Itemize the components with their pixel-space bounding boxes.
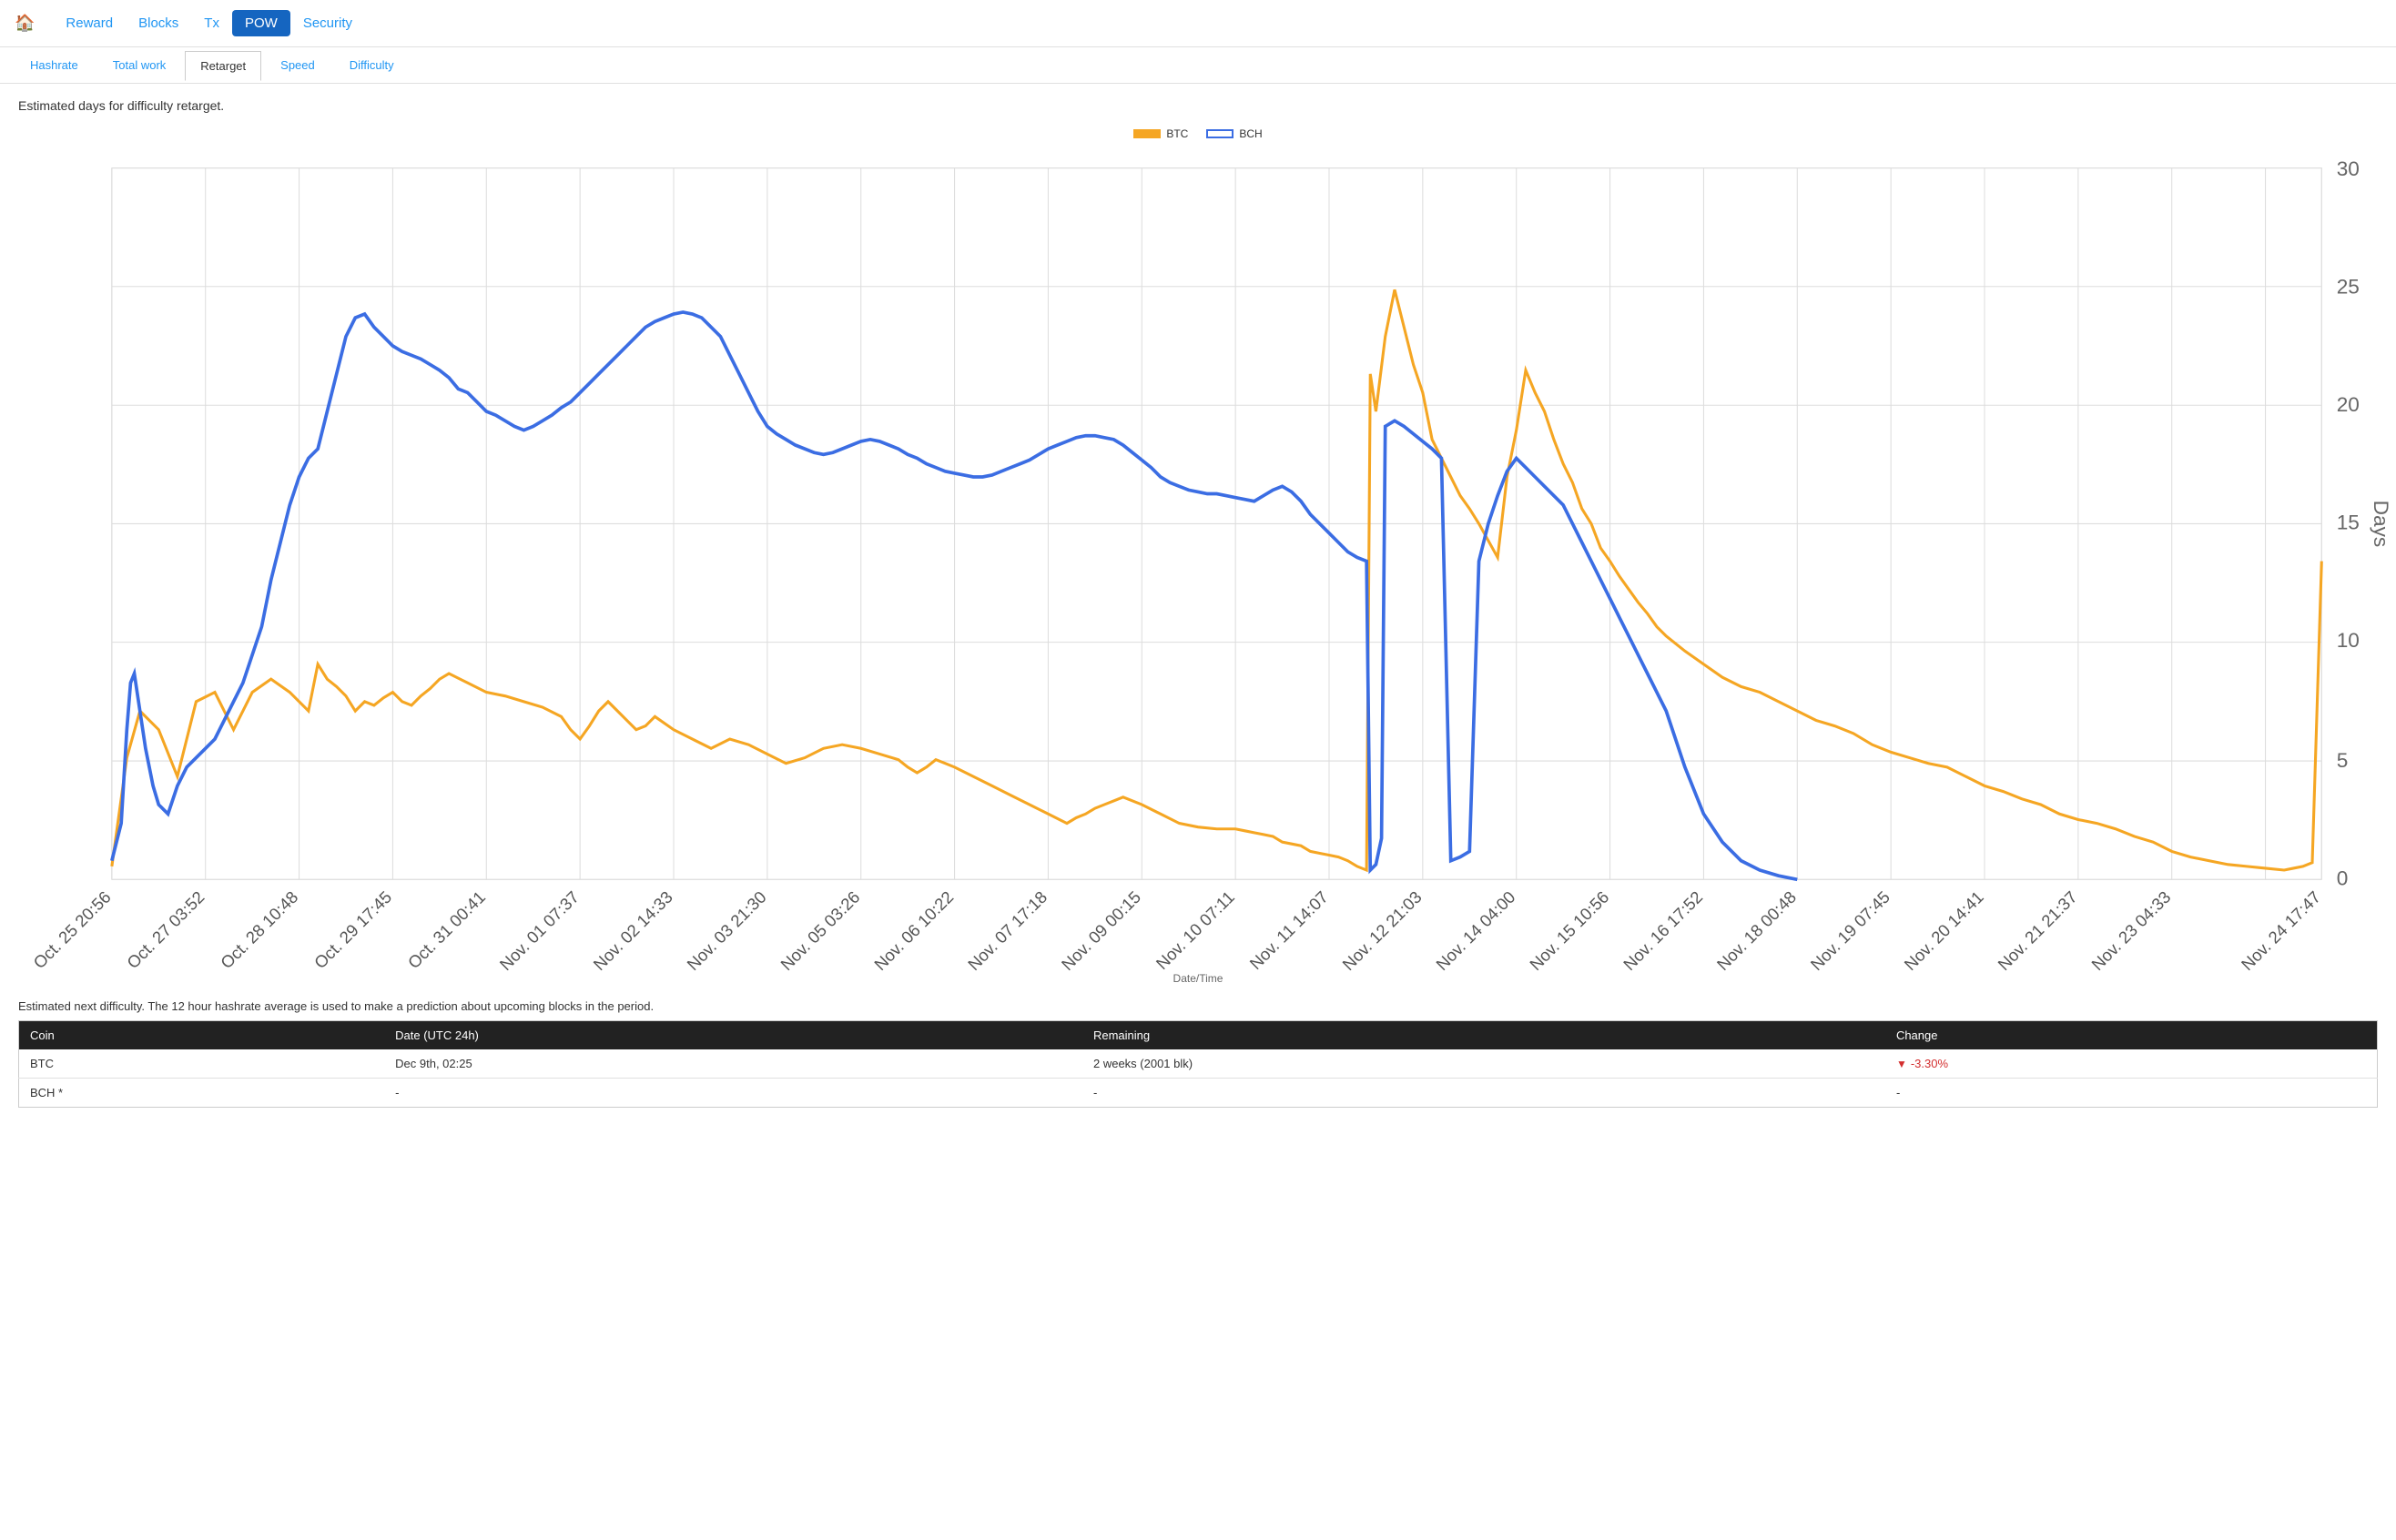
nav-pow[interactable]: POW — [232, 10, 290, 36]
table-description: Estimated next difficulty. The 12 hour h… — [18, 999, 2378, 1013]
svg-text:Nov. 05 03:26: Nov. 05 03:26 — [777, 887, 863, 974]
btc-color-swatch — [1133, 129, 1161, 138]
cell-change-bch: - — [1885, 1079, 2378, 1108]
svg-text:Nov. 18 00:48: Nov. 18 00:48 — [1713, 887, 1800, 974]
svg-text:Oct. 25 20:56: Oct. 25 20:56 — [29, 887, 114, 972]
chart-description: Estimated days for difficulty retarget. — [18, 98, 2378, 113]
legend-btc: BTC — [1133, 127, 1188, 140]
svg-text:10: 10 — [2337, 629, 2360, 652]
svg-text:Nov. 21 21:37: Nov. 21 21:37 — [1994, 887, 2080, 974]
cell-change-btc: ▼ -3.30% — [1885, 1049, 2378, 1079]
svg-text:30: 30 — [2337, 157, 2360, 180]
chart-container: BTC BCH — [18, 127, 2378, 985]
svg-text:Nov. 14 04:00: Nov. 14 04:00 — [1432, 887, 1518, 974]
svg-text:Nov. 11 14:07: Nov. 11 14:07 — [1245, 887, 1331, 973]
svg-text:Nov. 02 14:33: Nov. 02 14:33 — [589, 887, 675, 974]
change-value-btc: -3.30% — [1911, 1057, 1948, 1070]
cell-coin-bch: BCH * — [19, 1079, 385, 1108]
home-icon[interactable]: 🏠 — [15, 14, 35, 33]
cell-date-bch: - — [384, 1079, 1082, 1108]
svg-text:Nov. 06 10:22: Nov. 06 10:22 — [870, 887, 957, 974]
svg-text:5: 5 — [2337, 749, 2349, 772]
svg-text:0: 0 — [2337, 866, 2349, 889]
col-header-change: Change — [1885, 1021, 2378, 1050]
table-row: BCH * - - - — [19, 1079, 2378, 1108]
cell-date-btc: Dec 9th, 02:25 — [384, 1049, 1082, 1079]
change-negative-btc: ▼ -3.30% — [1896, 1057, 2366, 1070]
chart-inner: 30 25 20 15 10 5 0 Days Oct. — [18, 149, 2378, 936]
bch-color-swatch — [1206, 129, 1234, 138]
col-header-coin: Coin — [19, 1021, 385, 1050]
cell-coin-btc: BTC — [19, 1049, 385, 1079]
svg-text:Nov. 10 07:11: Nov. 10 07:11 — [1152, 887, 1238, 973]
x-axis-label: Date/Time — [18, 972, 2378, 985]
svg-text:Nov. 23 04:33: Nov. 23 04:33 — [2087, 887, 2174, 974]
tab-total-work[interactable]: Total work — [97, 50, 182, 80]
chart-legend: BTC BCH — [18, 127, 2378, 140]
svg-text:Nov. 01 07:37: Nov. 01 07:37 — [496, 887, 583, 974]
svg-text:Nov. 16 17:52: Nov. 16 17:52 — [1619, 887, 1706, 974]
svg-text:Days: Days — [2370, 501, 2392, 548]
svg-text:Nov. 20 14:41: Nov. 20 14:41 — [1900, 887, 1986, 974]
down-arrow-icon: ▼ — [1896, 1058, 1907, 1070]
svg-text:Nov. 12 21:03: Nov. 12 21:03 — [1338, 887, 1425, 974]
nav-security[interactable]: Security — [290, 10, 365, 36]
tabs-bar: Hashrate Total work Retarget Speed Diffi… — [0, 47, 2396, 84]
nav-reward[interactable]: Reward — [53, 10, 126, 36]
legend-bch: BCH — [1206, 127, 1262, 140]
svg-text:Nov. 15 10:56: Nov. 15 10:56 — [1526, 887, 1612, 974]
tab-speed[interactable]: Speed — [265, 50, 330, 80]
tab-hashrate[interactable]: Hashrate — [15, 50, 94, 80]
svg-text:Nov. 24 17:47: Nov. 24 17:47 — [2238, 887, 2324, 974]
svg-text:Oct. 28 10:48: Oct. 28 10:48 — [217, 887, 301, 972]
col-header-date: Date (UTC 24h) — [384, 1021, 1082, 1050]
svg-text:Nov. 07 17:18: Nov. 07 17:18 — [964, 887, 1051, 974]
col-header-remaining: Remaining — [1082, 1021, 1885, 1050]
chart-svg: 30 25 20 15 10 5 0 Days Oct. — [18, 149, 2378, 936]
cell-remaining-bch: - — [1082, 1079, 1885, 1108]
svg-text:Oct. 29 17:45: Oct. 29 17:45 — [310, 887, 395, 972]
svg-text:20: 20 — [2337, 393, 2360, 416]
nav-bar: 🏠 Reward Blocks Tx POW Security — [0, 0, 2396, 47]
table-row: BTC Dec 9th, 02:25 2 weeks (2001 blk) ▼ … — [19, 1049, 2378, 1079]
svg-text:Nov. 19 07:45: Nov. 19 07:45 — [1807, 887, 1893, 974]
svg-text:Nov. 03 21:30: Nov. 03 21:30 — [683, 887, 769, 974]
nav-blocks[interactable]: Blocks — [126, 10, 191, 36]
cell-remaining-btc: 2 weeks (2001 blk) — [1082, 1049, 1885, 1079]
svg-text:Oct. 27 03:52: Oct. 27 03:52 — [123, 887, 208, 972]
nav-tx[interactable]: Tx — [191, 10, 232, 36]
btc-legend-label: BTC — [1166, 127, 1188, 140]
svg-text:Oct. 31 00:41: Oct. 31 00:41 — [404, 887, 489, 972]
svg-text:25: 25 — [2337, 275, 2360, 298]
chart-wrapper: 30 25 20 15 10 5 0 Days Oct. — [18, 149, 2378, 936]
svg-text:15: 15 — [2337, 512, 2360, 534]
tab-retarget[interactable]: Retarget — [185, 51, 261, 81]
data-table: Coin Date (UTC 24h) Remaining Change BTC… — [18, 1020, 2378, 1108]
svg-text:Nov. 09 00:15: Nov. 09 00:15 — [1058, 887, 1144, 974]
tab-difficulty[interactable]: Difficulty — [334, 50, 410, 80]
main-content: Estimated days for difficulty retarget. … — [0, 84, 2396, 1122]
bch-legend-label: BCH — [1239, 127, 1262, 140]
